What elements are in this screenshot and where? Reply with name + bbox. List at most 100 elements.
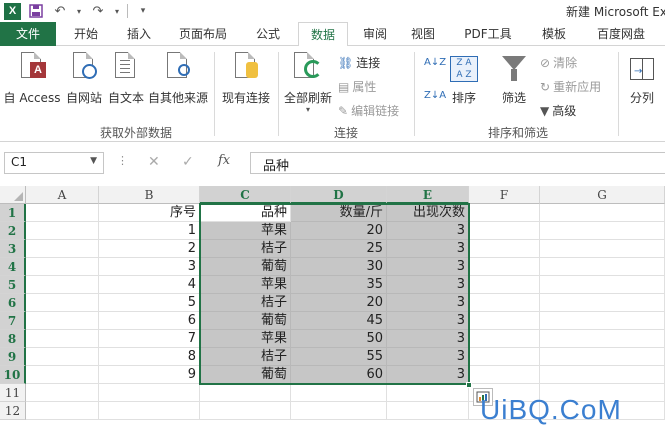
cell-c11[interactable] — [200, 384, 291, 402]
cell-e8[interactable]: 3 — [387, 330, 469, 348]
cell-c5[interactable]: 苹果 — [200, 276, 291, 294]
cell-c10[interactable]: 葡萄 — [200, 366, 291, 384]
cell-a11[interactable] — [26, 384, 99, 402]
cell-d8[interactable]: 50 — [291, 330, 387, 348]
tab-view[interactable]: 视图 — [402, 22, 444, 46]
cell-g8[interactable] — [540, 330, 665, 348]
cell-b2[interactable]: 1 — [99, 222, 200, 240]
cell-g6[interactable] — [540, 294, 665, 312]
cell-g7[interactable] — [540, 312, 665, 330]
row-header-6[interactable]: 6 — [0, 294, 26, 312]
edit-links-button[interactable]: ✎ 编辑链接 — [338, 102, 399, 119]
cell-a8[interactable] — [26, 330, 99, 348]
cell-d2[interactable]: 20 — [291, 222, 387, 240]
properties-button[interactable]: ▤ 属性 — [338, 78, 376, 95]
save-icon[interactable] — [27, 2, 45, 20]
cell-a6[interactable] — [26, 294, 99, 312]
row-header-11[interactable]: 11 — [0, 384, 26, 402]
existing-connections-button[interactable]: 现有连接 — [218, 52, 274, 106]
cell-a3[interactable] — [26, 240, 99, 258]
from-other-sources-button[interactable]: 自其他来源 — [146, 52, 210, 106]
cell-d5[interactable]: 35 — [291, 276, 387, 294]
column-header-f[interactable]: F — [469, 186, 540, 204]
cell-g5[interactable] — [540, 276, 665, 294]
cell-b7[interactable]: 6 — [99, 312, 200, 330]
row-header-4[interactable]: 4 — [0, 258, 26, 276]
clear-filter-button[interactable]: ⊘ 清除 — [540, 54, 577, 71]
cell-c4[interactable]: 葡萄 — [200, 258, 291, 276]
select-all-corner[interactable] — [0, 186, 26, 204]
redo-icon[interactable]: ↷ — [89, 2, 107, 20]
cell-e4[interactable]: 3 — [387, 258, 469, 276]
cancel-icon[interactable]: ✕ — [148, 154, 160, 170]
cell-d11[interactable] — [291, 384, 387, 402]
cell-e3[interactable]: 3 — [387, 240, 469, 258]
undo-dropdown-icon[interactable]: ▾ — [75, 2, 83, 20]
cell-d9[interactable]: 55 — [291, 348, 387, 366]
filter-button[interactable]: 筛选 — [492, 52, 536, 106]
cell-b8[interactable]: 7 — [99, 330, 200, 348]
connections-button[interactable]: ⛓ 连接 — [338, 54, 380, 71]
name-box-dropdown-icon[interactable]: ▼ — [90, 156, 97, 166]
cell-e6[interactable]: 3 — [387, 294, 469, 312]
cell-f10[interactable] — [469, 366, 540, 384]
cell-d1[interactable]: 数量/斤 — [291, 204, 387, 222]
cell-c12[interactable] — [200, 402, 291, 420]
row-header-7[interactable]: 7 — [0, 312, 26, 330]
tab-insert[interactable]: 插入 — [116, 22, 162, 46]
cell-c7[interactable]: 葡萄 — [200, 312, 291, 330]
row-header-2[interactable]: 2 — [0, 222, 26, 240]
cell-f5[interactable] — [469, 276, 540, 294]
cell-d12[interactable] — [291, 402, 387, 420]
cell-g3[interactable] — [540, 240, 665, 258]
cell-e12[interactable] — [387, 402, 469, 420]
undo-icon[interactable]: ↶ — [51, 2, 69, 20]
cell-f8[interactable] — [469, 330, 540, 348]
from-text-button[interactable]: 自文本 — [106, 52, 146, 106]
tab-templates[interactable]: 模板 — [532, 22, 576, 46]
redo-dropdown-icon[interactable]: ▾ — [113, 2, 121, 20]
cell-b3[interactable]: 2 — [99, 240, 200, 258]
enter-check-icon[interactable]: ✓ — [182, 154, 194, 170]
cell-e9[interactable]: 3 — [387, 348, 469, 366]
tab-review[interactable]: 审阅 — [354, 22, 396, 46]
cell-e7[interactable]: 3 — [387, 312, 469, 330]
cell-b6[interactable]: 5 — [99, 294, 200, 312]
insert-function-icon[interactable]: fx — [218, 153, 230, 168]
row-header-12[interactable]: 12 — [0, 402, 26, 420]
cell-b1[interactable]: 序号 — [99, 204, 200, 222]
cell-d4[interactable]: 30 — [291, 258, 387, 276]
cell-e10[interactable]: 3 — [387, 366, 469, 384]
cell-g4[interactable] — [540, 258, 665, 276]
cell-g10[interactable] — [540, 366, 665, 384]
fill-handle[interactable] — [466, 382, 472, 388]
row-header-10[interactable]: 10 — [0, 366, 26, 384]
cell-a4[interactable] — [26, 258, 99, 276]
sort-descending-button[interactable]: Z↓A — [424, 90, 446, 101]
column-header-e[interactable]: E — [387, 186, 469, 204]
cell-c9[interactable]: 桔子 — [200, 348, 291, 366]
row-header-9[interactable]: 9 — [0, 348, 26, 366]
column-header-g[interactable]: G — [540, 186, 665, 204]
cell-g9[interactable] — [540, 348, 665, 366]
sort-button[interactable]: Z AA Z 排序 — [446, 52, 482, 106]
cell-b4[interactable]: 3 — [99, 258, 200, 276]
cell-d7[interactable]: 45 — [291, 312, 387, 330]
tab-page-layout[interactable]: 页面布局 — [168, 22, 238, 46]
tab-formulas[interactable]: 公式 — [244, 22, 292, 46]
cell-c1[interactable]: 品种 — [200, 204, 291, 222]
row-header-8[interactable]: 8 — [0, 330, 26, 348]
cell-e5[interactable]: 3 — [387, 276, 469, 294]
row-header-3[interactable]: 3 — [0, 240, 26, 258]
cell-a1[interactable] — [26, 204, 99, 222]
column-header-a[interactable]: A — [26, 186, 99, 204]
cell-a7[interactable] — [26, 312, 99, 330]
cell-b5[interactable]: 4 — [99, 276, 200, 294]
cell-e11[interactable] — [387, 384, 469, 402]
tab-pdf-tools[interactable]: PDF工具 — [450, 22, 526, 46]
cell-b11[interactable] — [99, 384, 200, 402]
cell-g1[interactable] — [540, 204, 665, 222]
reapply-button[interactable]: ↻ 重新应用 — [540, 78, 601, 95]
cell-d6[interactable]: 20 — [291, 294, 387, 312]
cell-d3[interactable]: 25 — [291, 240, 387, 258]
